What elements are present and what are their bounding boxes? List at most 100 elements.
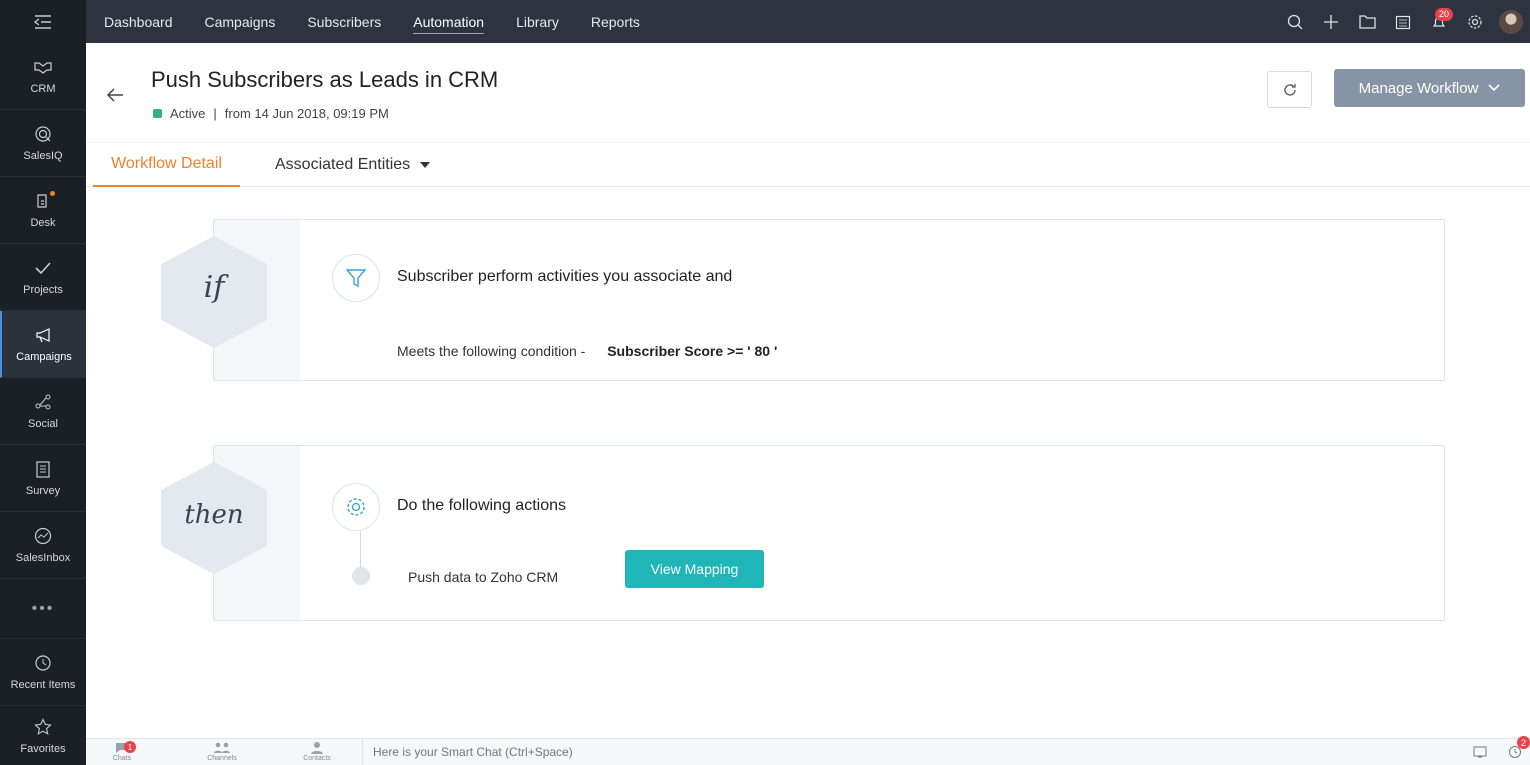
smart-chat-input[interactable]: Here is your Smart Chat (Ctrl+Space) — [362, 739, 1432, 765]
caret-down-icon — [420, 162, 431, 168]
megaphone-icon — [34, 325, 54, 345]
if-hexagon: if — [160, 236, 268, 353]
nav-tab-library[interactable]: Library — [500, 0, 575, 43]
history-icon — [33, 653, 53, 673]
action-text: Push data to Zoho CRM — [408, 569, 559, 585]
avatar — [1499, 9, 1523, 34]
folder-icon[interactable] — [1354, 9, 1380, 35]
rail-item-label: SalesInbox — [15, 552, 71, 564]
nav-actions: 20 — [1282, 0, 1524, 43]
gear-icon[interactable] — [1462, 9, 1488, 35]
manage-workflow-label: Manage Workflow — [1358, 79, 1479, 97]
tab-label: Associated Entities — [275, 156, 411, 173]
refresh-button[interactable] — [1267, 71, 1312, 108]
reminder-clock-icon[interactable]: 2 — [1504, 736, 1530, 762]
then-hexagon: then — [160, 462, 268, 579]
nav-tab-automation[interactable]: Automation — [397, 0, 500, 43]
channels-button[interactable]: Channels — [202, 741, 242, 762]
rail-item-favorites[interactable]: Favorites — [0, 706, 86, 765]
chats-label: Chats — [112, 755, 132, 762]
status-indicator — [153, 109, 162, 118]
then-action-card: then Do the following actions Push data … — [161, 445, 1445, 621]
nav-tab-subscribers[interactable]: Subscribers — [291, 0, 397, 43]
rail-item-label: Survey — [25, 485, 61, 497]
person-icon — [311, 742, 323, 754]
condition-text: Meets the following condition - Subscrib… — [397, 343, 777, 359]
group-icon — [214, 742, 230, 753]
created-date: from 14 Jun 2018, 09:19 PM — [224, 106, 389, 121]
rail-item-label: SalesIQ — [23, 150, 63, 162]
if-heading: Subscriber perform activities you associ… — [397, 268, 733, 285]
timeline-node — [352, 567, 370, 585]
tab-workflow-detail[interactable]: Workflow Detail — [93, 143, 240, 187]
plus-icon[interactable] — [1318, 9, 1344, 35]
condition-prefix: Meets the following condition - — [397, 343, 586, 359]
page-header: Push Subscribers as Leads in CRM Active … — [86, 43, 1530, 143]
rail-item-salesiq[interactable]: SalesIQ — [0, 110, 86, 177]
share-icon — [33, 392, 53, 412]
clipboard-icon — [33, 459, 53, 479]
rail-item-label: Desk — [30, 217, 56, 229]
nav-tab-campaigns[interactable]: Campaigns — [189, 0, 292, 43]
view-mapping-button[interactable]: View Mapping — [625, 550, 764, 588]
manage-workflow-button[interactable]: Manage Workflow — [1334, 69, 1525, 107]
gear-icon — [332, 483, 380, 531]
then-heading: Do the following actions — [397, 497, 566, 514]
rail-item-label: Social — [28, 418, 58, 430]
rail-item-social[interactable]: Social — [0, 378, 86, 445]
checkmark-icon — [33, 258, 53, 278]
if-condition-card: if Subscriber perform activities you ass… — [161, 219, 1445, 381]
app: CRM SalesIQ Desk Projects Campaigns Soci… — [0, 0, 1530, 765]
search-icon[interactable] — [1282, 9, 1308, 35]
rail-item-label: Favorites — [20, 743, 66, 755]
status-separator: | — [213, 106, 217, 121]
contacts-button[interactable]: Contacts — [297, 741, 337, 762]
nav-tab-dashboard[interactable]: Dashboard — [86, 0, 189, 43]
tab-associated-entities[interactable]: Associated Entities — [275, 143, 431, 187]
if-label: if — [203, 270, 225, 305]
rail-item-crm[interactable]: CRM — [0, 43, 86, 110]
rail-item-survey[interactable]: Survey — [0, 445, 86, 512]
left-rail: CRM SalesIQ Desk Projects Campaigns Soci… — [0, 0, 86, 765]
screen-share-icon[interactable] — [1469, 742, 1491, 762]
rail-item-label: Recent Items — [10, 679, 76, 691]
workflow-tabs: Workflow Detail Associated Entities — [86, 143, 1530, 187]
back-arrow-icon[interactable] — [106, 87, 128, 107]
reminder-badge: 2 — [1517, 736, 1530, 749]
target-icon — [33, 124, 53, 144]
smart-chat-bar: 1 Chats Channels Contacts Here is your S… — [86, 736, 1530, 765]
rail-item-desk[interactable]: Desk — [0, 177, 86, 244]
notification-count-badge: 20 — [1435, 7, 1454, 21]
chevron-down-icon — [1488, 84, 1500, 92]
chats-button[interactable]: 1 Chats — [102, 741, 142, 762]
rail-item-campaigns[interactable]: Campaigns — [0, 311, 86, 378]
chats-badge: 1 — [124, 741, 136, 753]
filter-icon — [332, 254, 380, 302]
refresh-icon — [1283, 83, 1296, 96]
rail-item-salesinbox[interactable]: SalesInbox — [0, 512, 86, 579]
contacts-label: Contacts — [303, 755, 331, 762]
status-text: Active — [170, 106, 206, 121]
rail-item-label: Campaigns — [16, 351, 72, 363]
star-icon — [33, 717, 53, 737]
notification-dot — [50, 191, 55, 196]
channels-label: Channels — [207, 755, 237, 762]
condition-value: Subscriber Score >= ' 80 ' — [607, 343, 778, 359]
more-apps-button[interactable]: ••• — [0, 579, 86, 639]
inbox-chart-icon — [33, 526, 53, 546]
bell-icon[interactable]: 20 — [1426, 7, 1454, 35]
workflow-status: Active | from 14 Jun 2018, 09:19 PM — [153, 106, 389, 121]
rail-item-label: CRM — [30, 83, 56, 95]
rail-item-projects[interactable]: Projects — [0, 244, 86, 311]
rail-item-label: Projects — [23, 284, 63, 296]
then-label: then — [184, 500, 244, 530]
nav-tab-reports[interactable]: Reports — [575, 0, 656, 43]
calendar-icon[interactable] — [1390, 9, 1416, 35]
user-avatar[interactable] — [1498, 9, 1524, 35]
handshake-icon — [33, 57, 53, 77]
timeline-connector — [360, 531, 361, 569]
collapse-rail-icon[interactable] — [0, 0, 86, 43]
page-title: Push Subscribers as Leads in CRM — [151, 67, 499, 92]
top-nav: Dashboard Campaigns Subscribers Automati… — [86, 0, 1530, 43]
rail-item-recent[interactable]: Recent Items — [0, 639, 86, 706]
